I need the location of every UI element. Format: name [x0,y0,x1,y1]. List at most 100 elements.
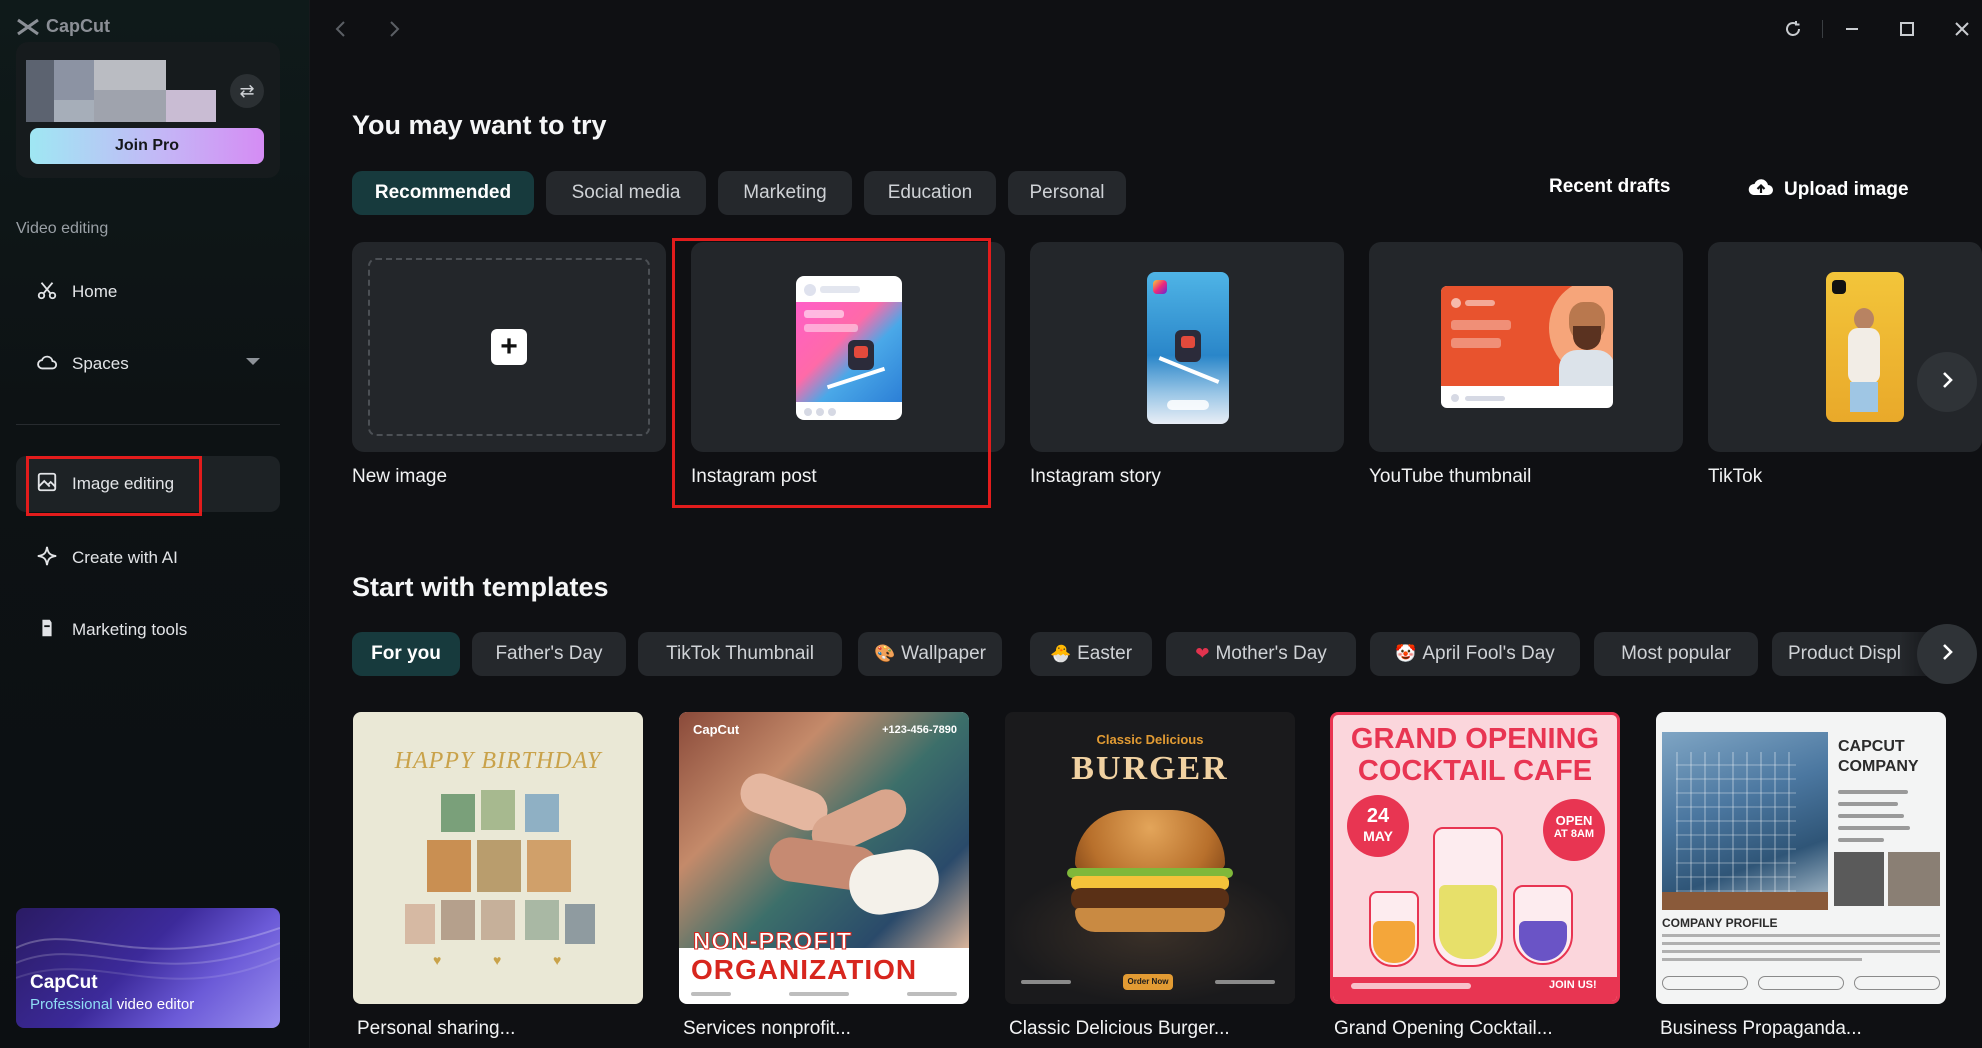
chevron-down-icon[interactable] [246,358,260,365]
template-chip-most-popular[interactable]: Most popular [1594,632,1758,676]
template-chip-for-you[interactable]: For you [352,632,460,676]
template-classic-burger[interactable]: Classic Delicious BURGER Order Now [1005,712,1295,1004]
template-label: Services nonprofit... [683,1018,851,1039]
chick-icon: 🐣 [1049,644,1072,663]
try-next-arrow[interactable] [1917,352,1977,412]
join-pro-button[interactable]: Join Pro [30,128,264,164]
heart-icon: ♥ [553,952,562,968]
promo-title: CapCut [30,972,98,993]
title-bar-separator [1822,20,1823,38]
template-art-text: NON-PROFIT [692,928,853,956]
instagram-story-card[interactable] [1030,242,1344,452]
sidebar: CapCut ⇄ Join Pro Video editing Home Spa… [0,0,310,1048]
template-art-text: COCKTAIL CAFE [1357,755,1593,787]
tab-personal[interactable]: Personal [1008,171,1126,215]
promo-subtitle: Professional video editor [30,996,195,1013]
switch-account-button[interactable]: ⇄ [230,74,264,108]
template-art-text: Classic Delicious [1096,732,1204,747]
capcut-logo-icon [16,17,40,37]
template-art-text: GRAND OPENING [1350,723,1600,755]
template-art-text: ORGANIZATION [691,954,918,985]
chevron-right-icon [1936,369,1958,396]
tab-marketing[interactable]: Marketing [718,171,852,215]
highlight-instagram-post [672,238,991,508]
scissors-icon [36,279,58,306]
heart-icon: ♥ [433,952,442,968]
sidebar-item-marketing-tools[interactable]: Marketing tools [16,602,280,658]
templates-section-title: Start with templates [352,572,609,602]
sidebar-item-home[interactable]: Home [16,264,280,320]
template-personal-sharing[interactable]: HAPPY BIRTHDAY ♥ ♥ ♥ [353,712,643,1004]
sidebar-item-spaces[interactable]: Spaces [16,336,280,392]
avatar[interactable] [26,60,226,122]
chevron-right-icon [1936,641,1958,668]
instagram-story-thumbnail [1147,272,1229,424]
highlight-image-editing [26,456,202,516]
card-label-tiktok: TikTok [1708,466,1763,487]
template-art-brand: CapCut [693,722,740,737]
templates-next-arrow[interactable] [1917,624,1977,684]
new-image-card[interactable]: + [352,242,666,452]
template-art-text: CAPCUT [1838,738,1905,755]
cloud-icon [36,351,58,378]
section-label-video-editing: Video editing [16,220,109,237]
template-art-text: BURGER [1071,750,1229,787]
sidebar-item-label: Home [72,282,118,301]
app-name: CapCut [46,16,110,36]
template-art-text: COMPANY PROFILE [1662,916,1778,930]
template-label: Personal sharing... [357,1018,516,1039]
template-art-date-badge: 24 MAY [1347,795,1409,857]
bag-icon [36,617,58,644]
cloud-upload-icon [1748,176,1774,204]
template-chip-wallpaper[interactable]: 🎨 Wallpaper [858,632,1002,676]
clown-icon: 🤡 [1395,644,1417,663]
template-label: Classic Delicious Burger... [1009,1018,1230,1039]
app-brand: CapCut [16,16,110,37]
template-label: Business Propaganda... [1660,1018,1862,1039]
account-card: ⇄ Join Pro [16,42,280,178]
template-art-button: Order Now [1123,974,1173,990]
tiktok-thumbnail [1826,272,1904,422]
maximize-button[interactable] [1892,14,1922,44]
youtube-thumbnail-preview [1441,286,1613,408]
title-bar [311,0,1982,58]
palette-icon: 🎨 [874,644,896,663]
template-art-open-badge: OPEN AT 8AM [1543,799,1605,861]
template-business-propaganda[interactable]: CAPCUT COMPANY COMPANY PROFILE [1656,712,1946,1004]
template-art-join: JOIN US! [1549,979,1597,991]
recent-drafts-link[interactable]: Recent drafts [1549,176,1670,198]
youtube-thumbnail-card[interactable] [1369,242,1683,452]
card-label-new-image: New image [352,466,448,487]
template-art-text: COMPANY [1838,758,1919,775]
card-label-instagram-story: Instagram story [1030,466,1161,487]
sparkle-icon [36,545,58,572]
template-label: Grand Opening Cocktail... [1334,1018,1553,1039]
template-chip-tiktok-thumbnail[interactable]: TikTok Thumbnail [638,632,842,676]
close-button[interactable] [1947,14,1977,44]
template-services-nonprofit[interactable]: CapCut +123-456-7890 NON-PROFIT ORGANIZA… [679,712,969,1004]
heart-icon: ♥ [493,952,502,968]
minimize-button[interactable] [1837,14,1867,44]
card-label-youtube-thumbnail: YouTube thumbnail [1369,466,1532,487]
sidebar-divider [16,424,280,425]
template-chip-easter[interactable]: 🐣 Easter [1030,632,1152,676]
template-art-phone: +123-456-7890 [882,724,957,736]
promo-banner[interactable]: CapCut Professional video editor [16,908,280,1028]
sidebar-item-create-with-ai[interactable]: Create with AI [16,530,280,586]
refresh-button[interactable] [1778,14,1808,44]
template-chip-mothers-day[interactable]: ❤ Mother's Day [1166,632,1356,676]
tab-recommended[interactable]: Recommended [352,171,534,215]
template-chip-fathers-day[interactable]: Father's Day [472,632,626,676]
template-art-text: HAPPY BIRTHDAY [394,748,602,774]
back-button[interactable] [326,14,356,44]
sidebar-item-label: Marketing tools [72,620,188,639]
tab-education[interactable]: Education [864,171,996,215]
template-chip-april-fools-day[interactable]: 🤡 April Fool's Day [1370,632,1580,676]
template-grand-opening-cocktail[interactable]: GRAND OPENING COCKTAIL CAFE 24 MAY OPEN … [1330,712,1620,1004]
tab-social-media[interactable]: Social media [546,171,706,215]
sidebar-item-label: Create with AI [72,548,178,567]
try-section-title: You may want to try [352,110,607,140]
upload-image-button[interactable]: Upload image [1748,176,1909,204]
forward-button[interactable] [379,14,409,44]
tiktok-card[interactable] [1708,242,1982,452]
